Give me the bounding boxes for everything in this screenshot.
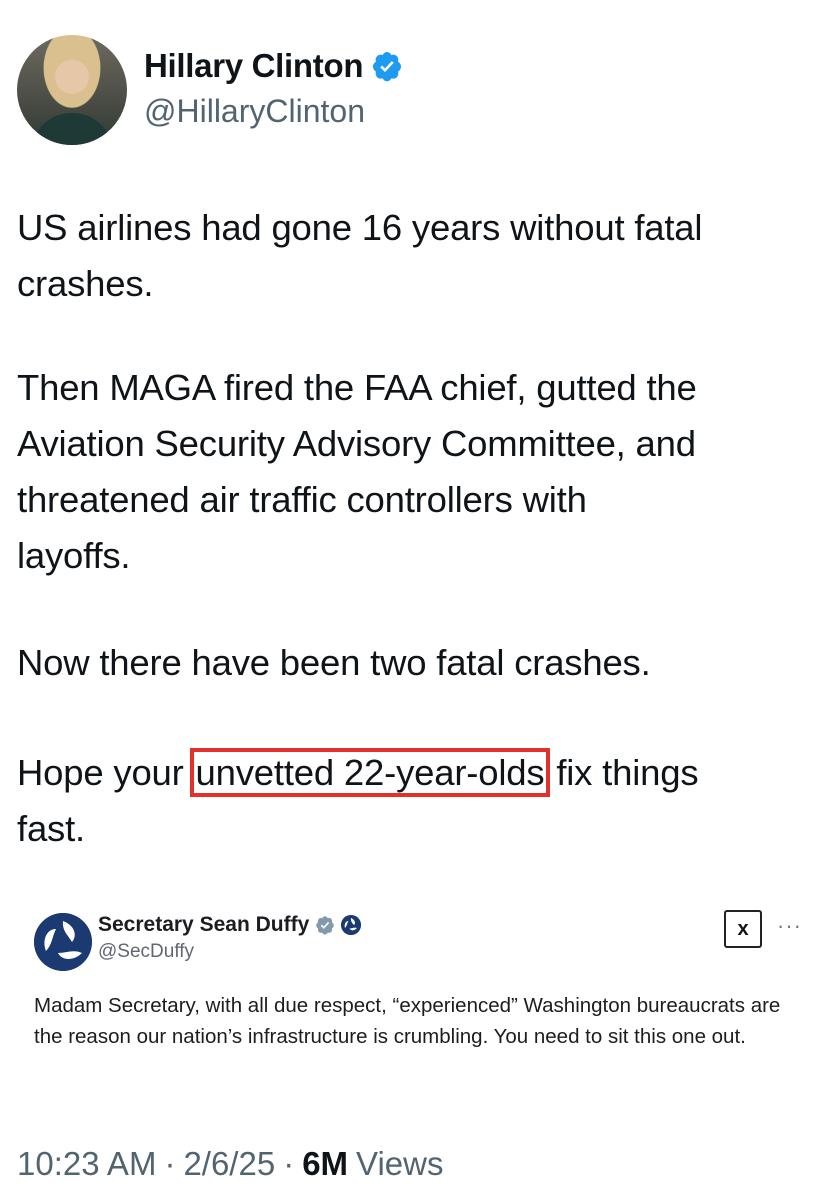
text-before-highlight: Hope your: [17, 752, 194, 793]
affiliate-badge-icon: [341, 915, 362, 935]
author-handle[interactable]: @HillaryClinton: [144, 93, 365, 130]
quoted-tweet-card[interactable]: Secretary Sean Duffy @SecDuffy x ··· Mad…: [17, 895, 807, 1110]
views-label[interactable]: Views: [356, 1145, 443, 1183]
tweet-time[interactable]: 10:23 AM: [17, 1145, 156, 1183]
author-name-row: Hillary Clinton: [144, 47, 403, 85]
author-name[interactable]: Hillary Clinton: [144, 47, 363, 85]
tweet-paragraph-last: Hope your unvetted 22-year-olds fix thin…: [17, 745, 817, 857]
author-avatar[interactable]: [17, 35, 127, 145]
more-options-icon[interactable]: ···: [777, 913, 802, 939]
highlighted-phrase: unvetted 22-year-olds: [189, 748, 551, 797]
separator-dot: ·: [164, 1145, 176, 1182]
tweet-date[interactable]: 2/6/25: [183, 1145, 275, 1183]
quoted-author-name[interactable]: Secretary Sean Duffy: [98, 913, 309, 937]
avatar-shoulders: [31, 113, 113, 145]
tweet-paragraph: Now there have been two fatal crashes.: [17, 642, 651, 683]
dot-logo-icon[interactable]: [34, 913, 92, 971]
quoted-author-handle[interactable]: @SecDuffy: [98, 941, 194, 963]
views-count[interactable]: 6M: [302, 1145, 348, 1183]
tweet-meta: 10:23 AM · 2/6/25 · 6M Views: [17, 1145, 443, 1183]
quoted-tweet-text: Madam Secretary, with all due respect, “…: [34, 994, 781, 1048]
separator-dot: ·: [283, 1145, 295, 1182]
quoted-name-row: Secretary Sean Duffy: [98, 913, 362, 937]
gray-verified-badge-icon: [316, 916, 335, 935]
grok-icon[interactable]: x: [724, 910, 762, 948]
tweet-paragraph: Then MAGA fired the FAA chief, gutted th…: [17, 367, 697, 576]
tweet-paragraph: US airlines had gone 16 years without fa…: [17, 207, 703, 304]
verified-badge-icon: [373, 52, 402, 82]
tweet-header: Hillary Clinton @HillaryClinton: [17, 35, 807, 145]
